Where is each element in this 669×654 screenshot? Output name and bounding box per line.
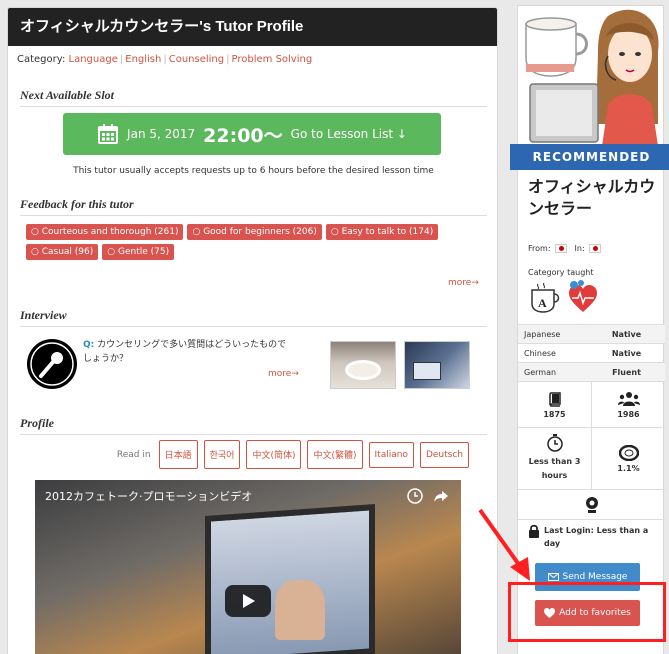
annotation-highlight-box <box>508 582 666 642</box>
from-label: From: <box>528 244 551 253</box>
category-link-problem-solving[interactable]: Problem Solving <box>232 54 313 65</box>
in-label: In: <box>574 244 585 253</box>
lang-button-korean[interactable]: 한국어 <box>203 440 241 469</box>
recommended-ribbon: RECOMMENDED <box>510 144 669 170</box>
japan-flag-icon <box>554 244 567 253</box>
japan-flag-icon <box>588 244 601 253</box>
lang-button-chinese-simplified[interactable]: 中文(简体) <box>246 440 302 469</box>
users-icon <box>617 391 640 406</box>
stopwatch-icon <box>546 434 563 452</box>
section-title-profile: Profile <box>20 416 487 435</box>
promo-video-player[interactable]: 2012カフェトーク·プロモーションビデオ <box>35 480 461 654</box>
feedback-tag[interactable]: ○ Casual (96) <box>26 244 99 260</box>
section-title-interview: Interview <box>20 308 487 327</box>
category-link-counseling[interactable]: Counseling <box>169 54 224 65</box>
tutor-profile-panel: オフィシャルカウンセラー's Tutor Profile Category: L… <box>7 7 498 654</box>
table-row: German Fluent <box>518 362 665 381</box>
tutor-name: オフィシャルカウンセラー <box>528 177 656 218</box>
go-to-lesson-list-button[interactable]: Jan 5, 2017 22:00～ Go to Lesson List ↓ <box>63 113 441 155</box>
table-row: Japanese Native <box>518 324 665 343</box>
read-in-label: Read in <box>116 449 151 460</box>
feedback-tag[interactable]: ○ Easy to talk to (174) <box>325 224 439 240</box>
stat-rate: 1.1% <box>591 428 665 489</box>
share-icon[interactable] <box>433 488 449 504</box>
lang-button-italian[interactable]: Italiano <box>368 441 414 468</box>
feedback-tag[interactable]: ○ Gentle (75) <box>102 244 175 260</box>
slot-date: Jan 5, 2017 <box>127 127 196 141</box>
stat-webcam <box>518 490 665 519</box>
tutor-illustration-icon <box>525 9 659 146</box>
tutor-stats: 1875 1986 Less than 3 hours 1.1% <box>518 381 665 520</box>
lang-button-chinese-traditional[interactable]: 中文(繁體) <box>307 440 363 469</box>
feedback-tag[interactable]: ○ Good for beginners (206) <box>187 224 322 240</box>
counseling-category-icon[interactable] <box>566 280 600 314</box>
slot-time: 22:00～ <box>203 124 283 147</box>
webcam-icon <box>585 496 598 513</box>
calendar-icon <box>98 124 119 144</box>
stat-response-time: Less than 3 hours <box>518 428 591 489</box>
interview-photo-coffee[interactable] <box>330 341 396 389</box>
page-title: オフィシャルカウンセラー's Tutor Profile <box>8 8 497 46</box>
section-title-next-slot: Next Available Slot <box>20 88 487 107</box>
feedback-more-link[interactable]: more→ <box>448 278 479 288</box>
book-icon <box>548 391 561 407</box>
lang-button-german[interactable]: Deutsch <box>419 441 469 468</box>
read-in-languages: Read in 日本語 한국어 中文(简体) 中文(繁體) Italiano D… <box>117 440 469 469</box>
stat-students: 1986 <box>591 382 665 427</box>
stat-lessons: 1875 <box>518 382 591 427</box>
interview-more-link[interactable]: more→ <box>268 369 299 379</box>
language-table: Japanese Native Chinese Native German Fl… <box>518 324 665 381</box>
section-title-feedback: Feedback for this tutor <box>20 197 487 216</box>
category-taught-label: Category taught <box>528 268 594 277</box>
category-line: Category: Language | English | Counseling | Pr… <box>17 54 313 65</box>
microphone-icon <box>27 339 77 389</box>
envelope-icon <box>547 573 559 581</box>
interview-question[interactable]: Q: カウンセリングで多い質問はどういったものでしょうか？ <box>83 338 293 366</box>
language-category-icon[interactable]: A <box>528 280 562 314</box>
tutor-origin: From: In: <box>528 244 601 253</box>
category-label: Category: <box>17 54 66 65</box>
annotation-arrow-icon <box>478 508 530 581</box>
interview-photo-laptop[interactable] <box>404 341 470 389</box>
video-title: 2012カフェトーク·プロモーションビデオ <box>45 490 253 503</box>
play-button-icon[interactable] <box>225 585 271 617</box>
tutor-avatar[interactable] <box>518 6 663 146</box>
go-label: Go to Lesson List ↓ <box>290 127 407 141</box>
category-link-language[interactable]: Language <box>69 54 118 65</box>
table-row: Chinese Native <box>518 343 665 362</box>
lang-button-japanese[interactable]: 日本語 <box>158 440 198 469</box>
category-link-english[interactable]: English <box>125 54 161 65</box>
lifebuoy-icon <box>618 444 639 461</box>
svg-text:A: A <box>538 296 547 310</box>
feedback-tag[interactable]: ○ Courteous and thorough (261) <box>26 224 184 240</box>
clock-icon[interactable] <box>407 488 423 504</box>
feedback-tags: ○ Courteous and thorough (261) ○ Good fo… <box>26 224 486 260</box>
request-note: This tutor usually accepts requests up t… <box>73 166 434 176</box>
last-login: Last Login: Less than a day <box>528 524 658 550</box>
